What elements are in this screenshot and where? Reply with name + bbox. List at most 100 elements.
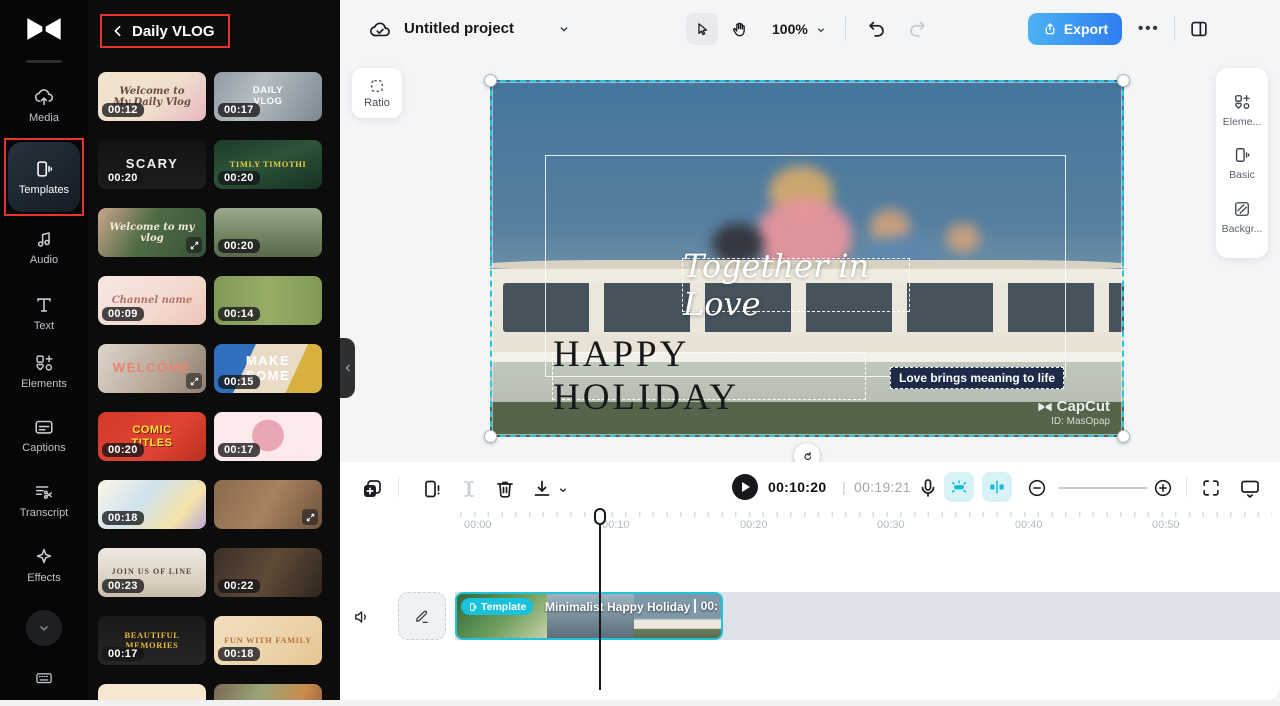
current-time: 00:10:20 [768, 479, 827, 495]
more-menu-button[interactable]: ••• [1138, 20, 1160, 37]
template-thumbnail[interactable]: 00:18 [98, 480, 206, 529]
timeline-zoom-slider[interactable] [1058, 486, 1148, 489]
auto-magnetic-button[interactable] [944, 472, 974, 502]
resize-handle-top-right[interactable] [1117, 74, 1130, 87]
watermark: CapCut ID: MasOpap [1037, 398, 1110, 427]
sidebar-item-media[interactable]: Media [0, 86, 88, 124]
sidebar-item-label: Transcript [19, 507, 69, 519]
template-thumbnail[interactable] [214, 480, 322, 529]
preview-canvas[interactable]: Together in Love HAPPY HOLIDAY Love brin… [484, 74, 1130, 469]
ruler-tick-label: 00:30 [877, 519, 905, 531]
templates-grid[interactable]: Welcome to My Daily Vlog 00:12 DAILY VLO… [98, 72, 330, 706]
panel-collapse-tab[interactable] [340, 338, 355, 398]
expand-icon[interactable] [302, 509, 318, 525]
download-button[interactable] [530, 477, 554, 501]
template-clip[interactable]: Template Minimalist Happy Holiday 00: [455, 592, 723, 640]
templates-panel: Daily VLOG Welcome to My Daily Vlog 00:1… [88, 0, 340, 706]
delete-button[interactable] [493, 477, 517, 501]
sidebar-item-captions[interactable]: Captions [0, 416, 88, 454]
play-button[interactable] [732, 474, 758, 500]
playhead-handle[interactable] [594, 508, 606, 525]
template-duration-badge: 00:09 [102, 307, 144, 321]
undo-button[interactable] [866, 18, 888, 40]
template-thumbnail[interactable]: SCARY 00:20 [98, 140, 206, 189]
text-layer-banner[interactable]: HAPPY HOLIDAY [552, 334, 866, 418]
detach-template-button[interactable] [420, 477, 444, 501]
resize-handle-bottom-left[interactable] [484, 430, 497, 443]
sidebar-item-elements[interactable]: Elements [0, 352, 88, 390]
template-thumbnail[interactable]: COMIC TITLES 00:20 [98, 412, 206, 461]
hand-tool-button[interactable] [730, 19, 750, 39]
snapping-button[interactable] [982, 472, 1012, 502]
effects-star-icon [33, 546, 55, 568]
template-thumbnail[interactable]: Welcome to My Daily Vlog 00:12 [98, 72, 206, 121]
resize-handle-top-left[interactable] [484, 74, 497, 87]
export-button[interactable]: Export [1028, 13, 1122, 45]
template-thumbnail[interactable]: Welcome to my vlog [98, 208, 206, 257]
cloud-upload-icon [33, 86, 55, 108]
chevron-down-icon [35, 619, 53, 637]
layout-panel-button[interactable] [1188, 18, 1210, 40]
fit-timeline-button[interactable] [1200, 477, 1222, 499]
template-duration-badge: 00:20 [218, 239, 260, 253]
sidebar-item-label: Audio [29, 254, 59, 266]
download-caret-icon[interactable] [556, 483, 570, 497]
voiceover-mic-button[interactable] [916, 476, 940, 500]
template-thumbnail[interactable]: 00:22 [214, 548, 322, 597]
template-thumbnail[interactable]: 00:14 [214, 276, 322, 325]
expand-icon[interactable] [186, 373, 202, 389]
template-thumbnail[interactable]: JOIN US OF LINE 00:23 [98, 548, 206, 597]
sidebar-item-audio[interactable]: Audio [0, 228, 88, 266]
zoom-level[interactable]: 100% [772, 21, 808, 37]
template-duration-badge: 00:17 [218, 103, 260, 117]
expand-icon[interactable] [186, 237, 202, 253]
template-thumbnail[interactable]: BEAUTIFUL MEMORIES 00:17 [98, 616, 206, 665]
zoom-in-button[interactable] [1152, 477, 1174, 499]
panel-item-elements[interactable]: Eleme... [1223, 92, 1261, 128]
ratio-button[interactable]: Ratio [352, 68, 402, 118]
text-layer-tag[interactable]: Love brings meaning to life [890, 367, 1065, 389]
template-thumbnail[interactable]: MAKE SOME 00:15 [214, 344, 322, 393]
upload-icon [1042, 21, 1058, 37]
template-thumbnail[interactable]: Channel name 00:09 [98, 276, 206, 325]
project-caret-icon[interactable] [556, 21, 572, 37]
keyboard-icon [34, 668, 54, 688]
template-thumbnail[interactable]: DAILY VLOG 00:17 [214, 72, 322, 121]
elements-icon [1232, 92, 1252, 112]
track-display-button[interactable] [1238, 476, 1262, 500]
back-chevron-icon[interactable] [110, 23, 126, 39]
sidebar-item-templates[interactable]: Templates [8, 142, 80, 212]
shortcuts-keyboard-button[interactable] [34, 668, 54, 688]
resize-handle-bottom-right[interactable] [1117, 430, 1130, 443]
template-thumbnail[interactable]: 00:17 [214, 412, 322, 461]
track-mute-button[interactable] [352, 607, 372, 627]
template-thumbnail[interactable]: FUN WITH FAMILY 00:18 [214, 616, 322, 665]
sidebar-more-button[interactable] [26, 610, 62, 646]
template-thumbnail[interactable]: WELCOME [98, 344, 206, 393]
template-thumbnail[interactable]: 00:20 [214, 208, 322, 257]
ruler-tick-label: 00:20 [740, 519, 768, 531]
zoom-out-button[interactable] [1026, 477, 1048, 499]
template-duration-badge: 00:20 [218, 171, 260, 185]
template-duration-badge: 00:17 [102, 647, 144, 661]
templates-panel-header[interactable]: Daily VLOG [100, 14, 230, 48]
sidebar-item-transcript[interactable]: Transcript [0, 481, 88, 519]
duplicate-button[interactable] [360, 477, 384, 501]
timeline-ruler[interactable] [460, 512, 1272, 517]
sidebar-item-text[interactable]: Text [0, 294, 88, 332]
select-tool-button[interactable] [686, 13, 718, 45]
template-duration-badge: 00:18 [218, 647, 260, 661]
template-duration-badge: 00:22 [218, 579, 260, 593]
panel-item-background[interactable]: Backgr... [1222, 199, 1262, 235]
sidebar-item-label: Text [33, 320, 55, 332]
panel-item-basic[interactable]: Basic [1229, 145, 1255, 181]
project-title[interactable]: Untitled project [404, 20, 514, 37]
zoom-caret-icon[interactable] [814, 23, 828, 37]
split-button[interactable] [457, 477, 481, 501]
sidebar-item-effects[interactable]: Effects [0, 546, 88, 584]
top-bar: Untitled project 100% Export ••• [340, 0, 1280, 58]
cover-edit-button[interactable] [398, 592, 446, 640]
template-thumbnail[interactable]: TIMLY TIMOTHI 00:20 [214, 140, 322, 189]
redo-button[interactable] [906, 18, 928, 40]
text-layer-script[interactable]: Together in Love [682, 247, 910, 323]
